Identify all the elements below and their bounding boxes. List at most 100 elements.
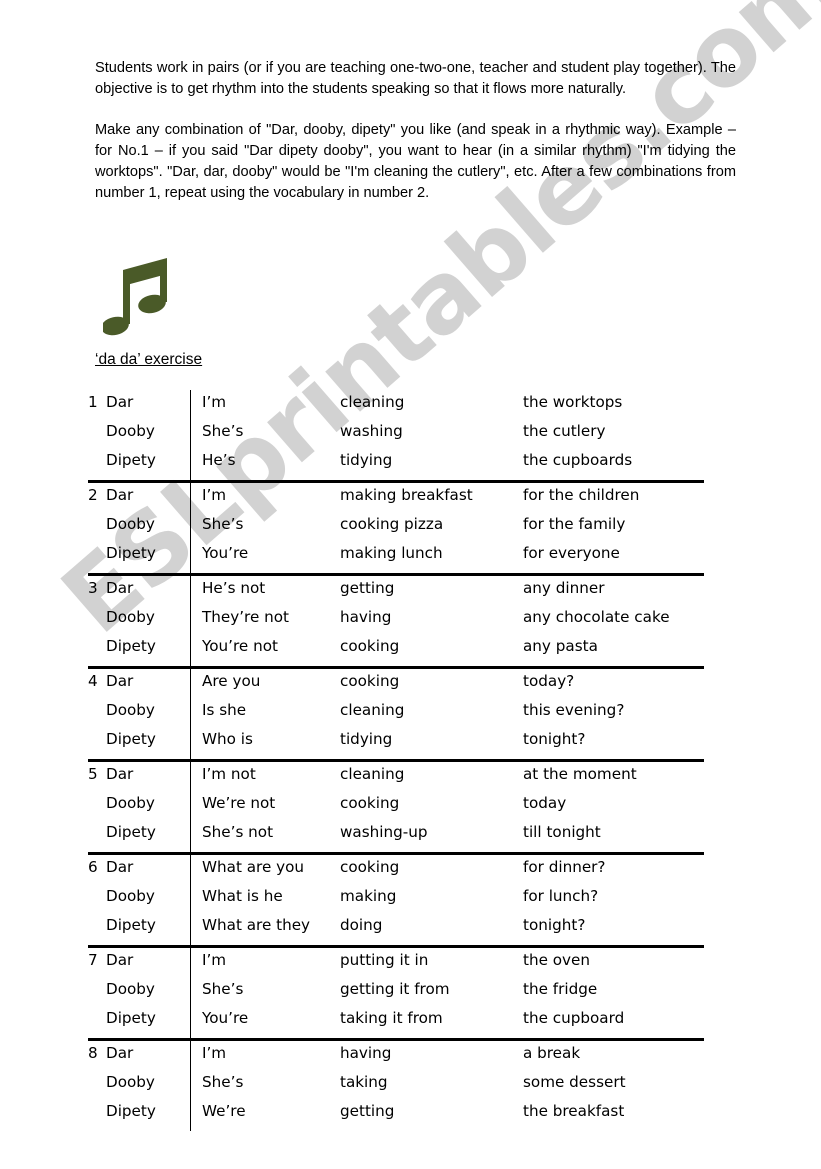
- object-cell: some dessert: [523, 1073, 626, 1091]
- verb-cell: making: [340, 887, 397, 905]
- verb-cell: doing: [340, 916, 383, 934]
- rhythm-syllable: Dipety: [106, 823, 156, 841]
- object-cell: a break: [523, 1044, 581, 1062]
- row-number: 8: [88, 1044, 98, 1062]
- exercise-line: Dooby They’re not having any chocolate c…: [88, 608, 704, 637]
- verb-cell: putting it in: [340, 951, 429, 969]
- verb-cell: cleaning: [340, 393, 405, 411]
- rhythm-syllable: Dar: [106, 1044, 134, 1062]
- exercise-line: Dooby She’s washing the cutlery: [88, 422, 704, 451]
- exercise-line: Dipety Who is tidying tonight?: [88, 730, 704, 759]
- object-cell: for dinner?: [523, 858, 606, 876]
- table-row: 1 Dar I’m cleaning the worktops Dooby Sh…: [88, 390, 704, 480]
- intro-text-block: Students work in pairs (or if you are te…: [95, 58, 736, 204]
- table-row: 5 Dar I’m not cleaning at the moment Doo…: [88, 759, 704, 852]
- rhythm-syllable: Dar: [106, 858, 134, 876]
- verb-cell: washing-up: [340, 823, 428, 841]
- subject-cell: I’m: [202, 1044, 227, 1062]
- column-divider: [190, 948, 191, 1038]
- object-cell: the fridge: [523, 980, 598, 998]
- rhythm-syllable: Dooby: [106, 515, 155, 533]
- row-number: 6: [88, 858, 98, 876]
- subject-cell: I’m: [202, 486, 227, 504]
- subject-cell: She’s: [202, 1073, 244, 1091]
- subject-cell: I’m: [202, 393, 227, 411]
- exercise-line: Dooby Is she cleaning this evening?: [88, 701, 704, 730]
- object-cell: the cutlery: [523, 422, 606, 440]
- table-row: 6 Dar What are you cooking for dinner? D…: [88, 852, 704, 945]
- rhythm-syllable: Dar: [106, 579, 134, 597]
- verb-cell: getting it from: [340, 980, 450, 998]
- exercise-line: 8 Dar I’m having a break: [88, 1044, 704, 1073]
- row-number: 4: [88, 672, 98, 690]
- verb-cell: cooking: [340, 794, 400, 812]
- subject-cell: He’s not: [202, 579, 266, 597]
- column-divider: [190, 576, 191, 666]
- intro-paragraph-2: Make any combination of "Dar, dooby, dip…: [95, 122, 736, 201]
- row-number: 1: [88, 393, 98, 411]
- row-number: 2: [88, 486, 98, 504]
- column-divider: [190, 390, 191, 480]
- exercise-line: 5 Dar I’m not cleaning at the moment: [88, 765, 704, 794]
- rhythm-syllable: Dipety: [106, 916, 156, 934]
- object-cell: till tonight: [523, 823, 601, 841]
- subject-cell: They’re not: [202, 608, 290, 626]
- verb-cell: taking: [340, 1073, 388, 1091]
- subject-cell: Is she: [202, 701, 247, 719]
- verb-cell: cooking pizza: [340, 515, 444, 533]
- verb-cell: having: [340, 1044, 392, 1062]
- page-title: ‘da da’ exercise: [95, 351, 203, 368]
- subject-cell: Who is: [202, 730, 253, 748]
- rhythm-syllable: Dar: [106, 765, 134, 783]
- rhythm-syllable: Dipety: [106, 544, 156, 562]
- subject-cell: We’re: [202, 1102, 246, 1120]
- subject-cell: He’s: [202, 451, 236, 469]
- subject-cell: Are you: [202, 672, 261, 690]
- rhythm-syllable: Dooby: [106, 980, 155, 998]
- subject-cell: What is he: [202, 887, 283, 905]
- subject-cell: You’re: [202, 544, 249, 562]
- verb-cell: tidying: [340, 730, 393, 748]
- exercise-line: 1 Dar I’m cleaning the worktops: [88, 393, 704, 422]
- rhythm-syllable: Dar: [106, 951, 134, 969]
- worksheet-page: Students work in pairs (or if you are te…: [0, 0, 821, 1169]
- column-divider: [190, 483, 191, 573]
- object-cell: for the children: [523, 486, 640, 504]
- object-cell: any dinner: [523, 579, 605, 597]
- verb-cell: washing: [340, 422, 403, 440]
- rhythm-syllable: Dipety: [106, 451, 156, 469]
- exercise-line: Dipety You’re taking it from the cupboar…: [88, 1009, 704, 1038]
- object-cell: for lunch?: [523, 887, 599, 905]
- row-number: 5: [88, 765, 98, 783]
- verb-cell: cooking: [340, 858, 400, 876]
- object-cell: today: [523, 794, 567, 812]
- verb-cell: taking it from: [340, 1009, 443, 1027]
- column-divider: [190, 855, 191, 945]
- rhythm-syllable: Dooby: [106, 887, 155, 905]
- object-cell: the oven: [523, 951, 591, 969]
- subject-cell: We’re not: [202, 794, 276, 812]
- verb-cell: making lunch: [340, 544, 443, 562]
- object-cell: the worktops: [523, 393, 623, 411]
- exercise-table: 1 Dar I’m cleaning the worktops Dooby Sh…: [88, 390, 704, 1131]
- rhythm-syllable: Dar: [106, 486, 134, 504]
- subject-cell: She’s: [202, 980, 244, 998]
- exercise-line: Dooby She’s getting it from the fridge: [88, 980, 704, 1009]
- exercise-line: 7 Dar I’m putting it in the oven: [88, 951, 704, 980]
- column-divider: [190, 1041, 191, 1131]
- subject-cell: She’s not: [202, 823, 274, 841]
- object-cell: tonight?: [523, 916, 586, 934]
- subject-cell: What are they: [202, 916, 311, 934]
- rhythm-syllable: Dar: [106, 393, 134, 411]
- verb-cell: making breakfast: [340, 486, 473, 504]
- exercise-line: Dooby She’s cooking pizza for the family: [88, 515, 704, 544]
- verb-cell: cooking: [340, 672, 400, 690]
- subject-cell: I’m not: [202, 765, 256, 783]
- column-divider: [190, 762, 191, 852]
- table-row: 8 Dar I’m having a break Dooby She’s tak…: [88, 1038, 704, 1131]
- table-row: 4 Dar Are you cooking today? Dooby Is sh…: [88, 666, 704, 759]
- rhythm-syllable: Dooby: [106, 1073, 155, 1091]
- intro-paragraph-1: Students work in pairs (or if you are te…: [95, 60, 736, 97]
- exercise-line: Dooby What is he making for lunch?: [88, 887, 704, 916]
- object-cell: tonight?: [523, 730, 586, 748]
